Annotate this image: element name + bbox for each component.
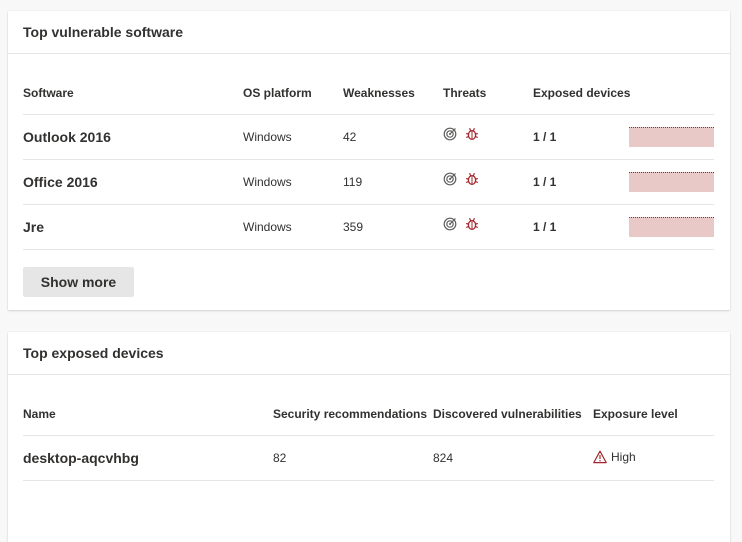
- weaknesses-value: 359: [343, 204, 443, 250]
- exposed-devices-cell: 1 / 1: [533, 204, 714, 250]
- os-platform-value: Windows: [243, 159, 343, 205]
- table-row[interactable]: desktop-aqcvhbg 82 824 High: [23, 435, 714, 481]
- column-header-discovered-vulnerabilities[interactable]: Discovered vulnerabilities: [433, 393, 593, 436]
- table-header-row: Software OS platform Weaknesses Threats …: [23, 72, 714, 115]
- column-header-weaknesses[interactable]: Weaknesses: [343, 72, 443, 115]
- exposed-devices-value: 1 / 1: [533, 220, 557, 234]
- exposed-devices-bar-fill: [629, 127, 714, 147]
- software-table: Software OS platform Weaknesses Threats …: [23, 72, 714, 250]
- exposed-devices-bar: [629, 172, 714, 192]
- threats-cell: [443, 114, 533, 160]
- column-header-exposure-level[interactable]: Exposure level: [593, 393, 714, 436]
- exposed-devices-bar: [629, 217, 714, 237]
- card-title: Top exposed devices: [8, 332, 730, 375]
- column-header-name[interactable]: Name: [23, 393, 273, 436]
- exploit-target-icon[interactable]: [443, 217, 457, 231]
- column-header-os-platform[interactable]: OS platform: [243, 72, 343, 115]
- discovered-vulnerabilities-value: 824: [433, 435, 593, 481]
- security-recommendations-value: 82: [273, 435, 433, 481]
- exposed-devices-cell: 1 / 1: [533, 114, 714, 160]
- exposed-devices-cell: 1 / 1: [533, 159, 714, 205]
- warning-icon: [593, 450, 607, 463]
- top-exposed-devices-card: Top exposed devices Name Security recomm…: [8, 332, 730, 542]
- table-header-row: Name Security recommendations Discovered…: [23, 393, 714, 436]
- exploit-target-icon[interactable]: [443, 127, 457, 141]
- table-row[interactable]: Office 2016 Windows 119 1 / 1: [23, 159, 714, 205]
- exposed-devices-bar-fill: [629, 217, 714, 237]
- table-row[interactable]: Jre Windows 359 1 / 1: [23, 204, 714, 250]
- software-name[interactable]: Outlook 2016: [23, 114, 243, 160]
- os-platform-value: Windows: [243, 204, 343, 250]
- table-row[interactable]: Outlook 2016 Windows 42 1 / 1: [23, 114, 714, 160]
- software-name[interactable]: Office 2016: [23, 159, 243, 205]
- column-header-software[interactable]: Software: [23, 72, 243, 115]
- column-header-exposed-devices[interactable]: Exposed devices: [533, 72, 714, 115]
- exposed-devices-value: 1 / 1: [533, 130, 557, 144]
- devices-table: Name Security recommendations Discovered…: [23, 393, 714, 481]
- threats-cell: [443, 159, 533, 205]
- column-header-threats[interactable]: Threats: [443, 72, 533, 115]
- device-name[interactable]: desktop-aqcvhbg: [23, 435, 273, 481]
- exposure-level-cell: High: [593, 435, 714, 481]
- card-title: Top vulnerable software: [8, 11, 730, 54]
- bug-icon[interactable]: [465, 172, 479, 186]
- exposed-devices-value: 1 / 1: [533, 175, 557, 189]
- column-header-security-recommendations[interactable]: Security recommendations: [273, 393, 433, 436]
- bug-icon[interactable]: [465, 217, 479, 231]
- weaknesses-value: 42: [343, 114, 443, 160]
- os-platform-value: Windows: [243, 114, 343, 160]
- top-vulnerable-software-card: Top vulnerable software Software OS plat…: [8, 11, 730, 310]
- show-more-button[interactable]: Show more: [23, 267, 134, 297]
- software-name[interactable]: Jre: [23, 204, 243, 250]
- weaknesses-value: 119: [343, 159, 443, 205]
- exposed-devices-bar-fill: [629, 172, 714, 192]
- bug-icon[interactable]: [465, 127, 479, 141]
- exploit-target-icon[interactable]: [443, 172, 457, 186]
- threats-cell: [443, 204, 533, 250]
- exposure-level-value: High: [611, 449, 636, 464]
- exposed-devices-bar: [629, 127, 714, 147]
